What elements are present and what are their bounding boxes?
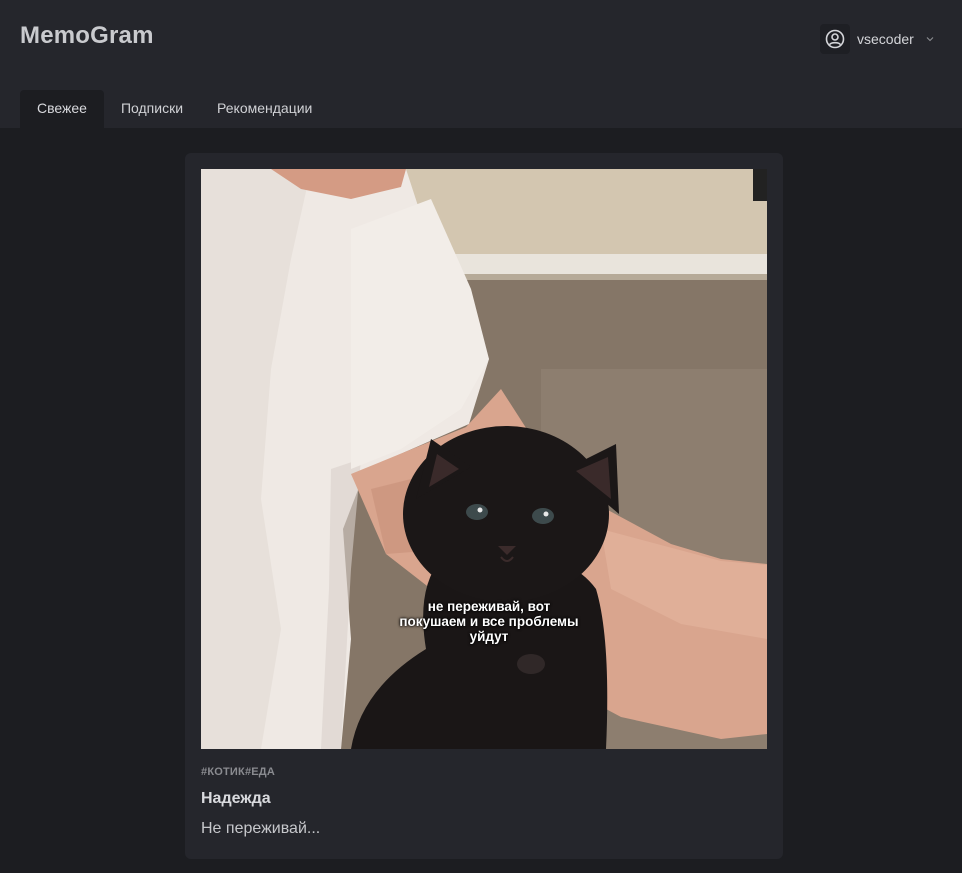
chevron-down-icon[interactable]: [926, 36, 934, 42]
tab-subscriptions[interactable]: Подписки: [104, 90, 200, 128]
image-caption: не переживай, вот покушаем и все проблем…: [399, 599, 579, 644]
user-circle-icon[interactable]: [820, 24, 850, 54]
post-card[interactable]: не переживай, вот покушаем и все проблем…: [185, 153, 783, 859]
post-title[interactable]: Надежда: [201, 790, 271, 808]
post-image[interactable]: не переживай, вот покушаем и все проблем…: [201, 169, 767, 749]
tag-kitten[interactable]: #КОТИК: [201, 766, 245, 778]
tab-fresh[interactable]: Свежее: [20, 90, 104, 128]
app-header: MemoGram vsecoder Свежее Подписки Рекоме…: [0, 0, 962, 128]
tag-food[interactable]: #ЕДА: [245, 766, 275, 778]
post-tags: #КОТИК #ЕДА: [201, 766, 275, 778]
user-menu[interactable]: vsecoder: [820, 24, 934, 54]
tab-recommendations[interactable]: Рекомендации: [200, 90, 329, 128]
username[interactable]: vsecoder: [857, 31, 914, 47]
app-logo[interactable]: MemoGram: [20, 22, 154, 50]
feed-tabs: Свежее Подписки Рекомендации: [20, 90, 329, 128]
post-excerpt: Не переживай...: [201, 820, 321, 837]
